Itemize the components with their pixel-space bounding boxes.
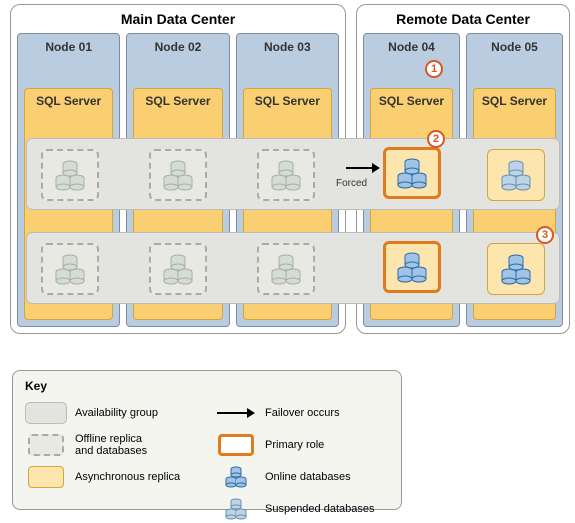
- sql-label: SQL Server: [244, 89, 331, 113]
- legend-label: Offline replica and databases: [75, 433, 147, 457]
- legend-item-failover: Failover occurs: [215, 399, 389, 427]
- offline-replica: [41, 243, 99, 295]
- primary-role-icon: [218, 434, 254, 456]
- database-icon: [158, 158, 198, 192]
- node-label: Node 02: [127, 34, 228, 60]
- legend-item-primary: Primary role: [215, 431, 389, 459]
- database-icon: [50, 252, 90, 286]
- callout-3: 3: [536, 226, 554, 244]
- legend-label: Suspended databases: [265, 503, 374, 515]
- database-icon: [496, 252, 536, 286]
- availability-group-1: [26, 138, 560, 210]
- database-icon: [221, 465, 251, 489]
- database-icon: [392, 156, 432, 190]
- offline-replica: [149, 149, 207, 201]
- offline-replica: [257, 243, 315, 295]
- legend-item-offline: Offline replica and databases: [25, 431, 199, 459]
- async-replica-icon: [28, 466, 64, 488]
- node-label: Node 03: [237, 34, 338, 60]
- legend-label: Asynchronous replica: [75, 471, 180, 483]
- legend-item-ag: Availability group: [25, 399, 199, 427]
- failover-arrow-icon: [344, 158, 380, 178]
- database-icon: [221, 497, 251, 521]
- offline-replica: [257, 149, 315, 201]
- node-label: Node 04: [364, 34, 459, 60]
- legend-item-empty: [25, 495, 199, 523]
- primary-replica: [383, 147, 441, 199]
- legend-label: Availability group: [75, 407, 158, 419]
- main-dc-title: Main Data Center: [11, 5, 345, 29]
- legend-item-online: Online databases: [215, 463, 389, 491]
- callout-1: 1: [425, 60, 443, 78]
- legend: Key Availability group Failover occurs O…: [12, 370, 402, 510]
- callout-2: 2: [427, 130, 445, 148]
- sql-label: SQL Server: [25, 89, 112, 113]
- database-icon: [158, 252, 198, 286]
- legend-item-async: Asynchronous replica: [25, 463, 199, 491]
- offline-replica: [41, 149, 99, 201]
- database-icon: [266, 158, 306, 192]
- database-icon: [266, 252, 306, 286]
- async-replica: [487, 243, 545, 295]
- database-icon: [392, 250, 432, 284]
- legend-item-suspended: Suspended databases: [215, 495, 389, 523]
- availability-group-2: [26, 232, 560, 304]
- offline-replica-icon: [28, 434, 64, 456]
- sql-label: SQL Server: [474, 89, 555, 113]
- remote-dc-title: Remote Data Center: [357, 5, 569, 29]
- arrow-icon: [215, 406, 257, 420]
- sql-label: SQL Server: [371, 89, 452, 113]
- legend-label: Primary role: [265, 439, 324, 451]
- database-icon: [496, 158, 536, 192]
- diagram-canvas: Main Data Center Node 01 SQL Server Node…: [0, 0, 575, 520]
- offline-replica: [149, 243, 207, 295]
- legend-title: Key: [25, 379, 389, 393]
- legend-grid: Availability group Failover occurs Offli…: [25, 399, 389, 523]
- legend-label: Online databases: [265, 471, 351, 483]
- primary-replica: [383, 241, 441, 293]
- availability-group-icon: [25, 402, 67, 424]
- legend-label: Failover occurs: [265, 407, 340, 419]
- node-label: Node 01: [18, 34, 119, 60]
- node-label: Node 05: [467, 34, 562, 60]
- database-icon: [50, 158, 90, 192]
- forced-label: Forced: [336, 178, 367, 189]
- async-replica: [487, 149, 545, 201]
- sql-label: SQL Server: [134, 89, 221, 113]
